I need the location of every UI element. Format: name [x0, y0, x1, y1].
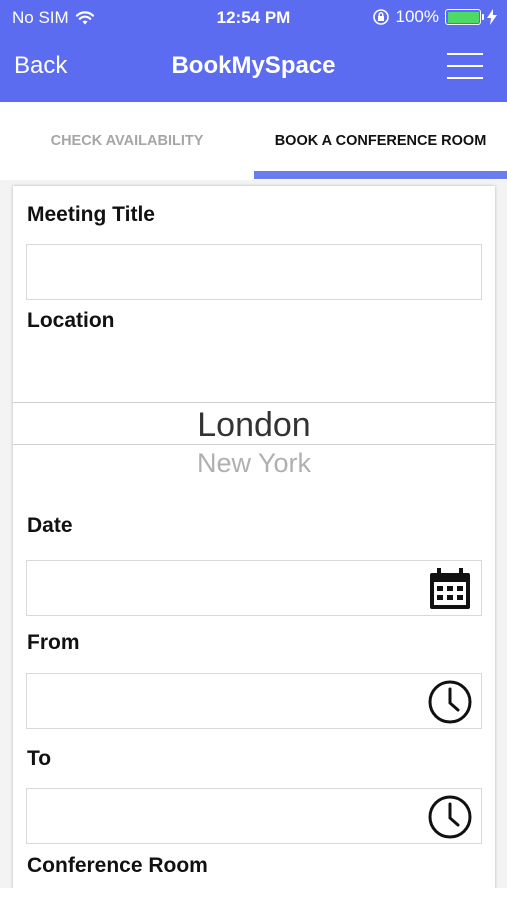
- orientation-lock-icon: [372, 9, 389, 25]
- meeting-title-label: Meeting Title: [27, 203, 155, 226]
- charging-bolt-icon: [487, 9, 497, 25]
- date-label: Date: [27, 514, 73, 537]
- from-label: From: [27, 631, 80, 654]
- status-bar: No SIM 12:54 PM 100%: [0, 0, 507, 34]
- date-input[interactable]: [26, 560, 482, 616]
- to-label: To: [27, 747, 52, 770]
- to-time-input[interactable]: [26, 788, 482, 844]
- tab-bar: CHECK AVAILABILITY BOOK A CONFERENCE ROO…: [0, 102, 507, 180]
- nav-bar: Back BookMySpace: [0, 34, 507, 102]
- calendar-icon: [430, 568, 470, 609]
- picker-divider-bottom: [13, 444, 495, 445]
- booking-form: Meeting Title Location London New York D…: [13, 186, 495, 900]
- battery-fill: [447, 11, 479, 23]
- tab-selected-indicator: [254, 171, 507, 179]
- back-button[interactable]: Back: [14, 52, 67, 80]
- conference-room-label: Conference Room: [27, 854, 208, 877]
- battery-icon: [445, 9, 484, 25]
- clock-icon: [428, 680, 472, 724]
- tab-book-conference-room[interactable]: BOOK A CONFERENCE ROOM: [254, 102, 507, 180]
- from-time-input[interactable]: [26, 673, 482, 729]
- bottom-strip: [0, 888, 507, 900]
- status-right: 100%: [372, 7, 497, 27]
- menu-bar: [447, 65, 483, 67]
- app-title: BookMySpace: [171, 52, 336, 79]
- hamburger-menu-icon[interactable]: [447, 53, 483, 79]
- picker-divider-top: [13, 402, 495, 403]
- menu-bar: [447, 53, 483, 55]
- battery-percent: 100%: [395, 7, 439, 26]
- meeting-title-input[interactable]: [26, 244, 482, 300]
- location-label: Location: [27, 309, 115, 332]
- location-option-selected[interactable]: London: [13, 406, 495, 445]
- tab-check-availability[interactable]: CHECK AVAILABILITY: [0, 102, 254, 180]
- clock-icon: [428, 795, 472, 839]
- menu-bar: [447, 77, 483, 79]
- location-option[interactable]: New York: [13, 448, 495, 479]
